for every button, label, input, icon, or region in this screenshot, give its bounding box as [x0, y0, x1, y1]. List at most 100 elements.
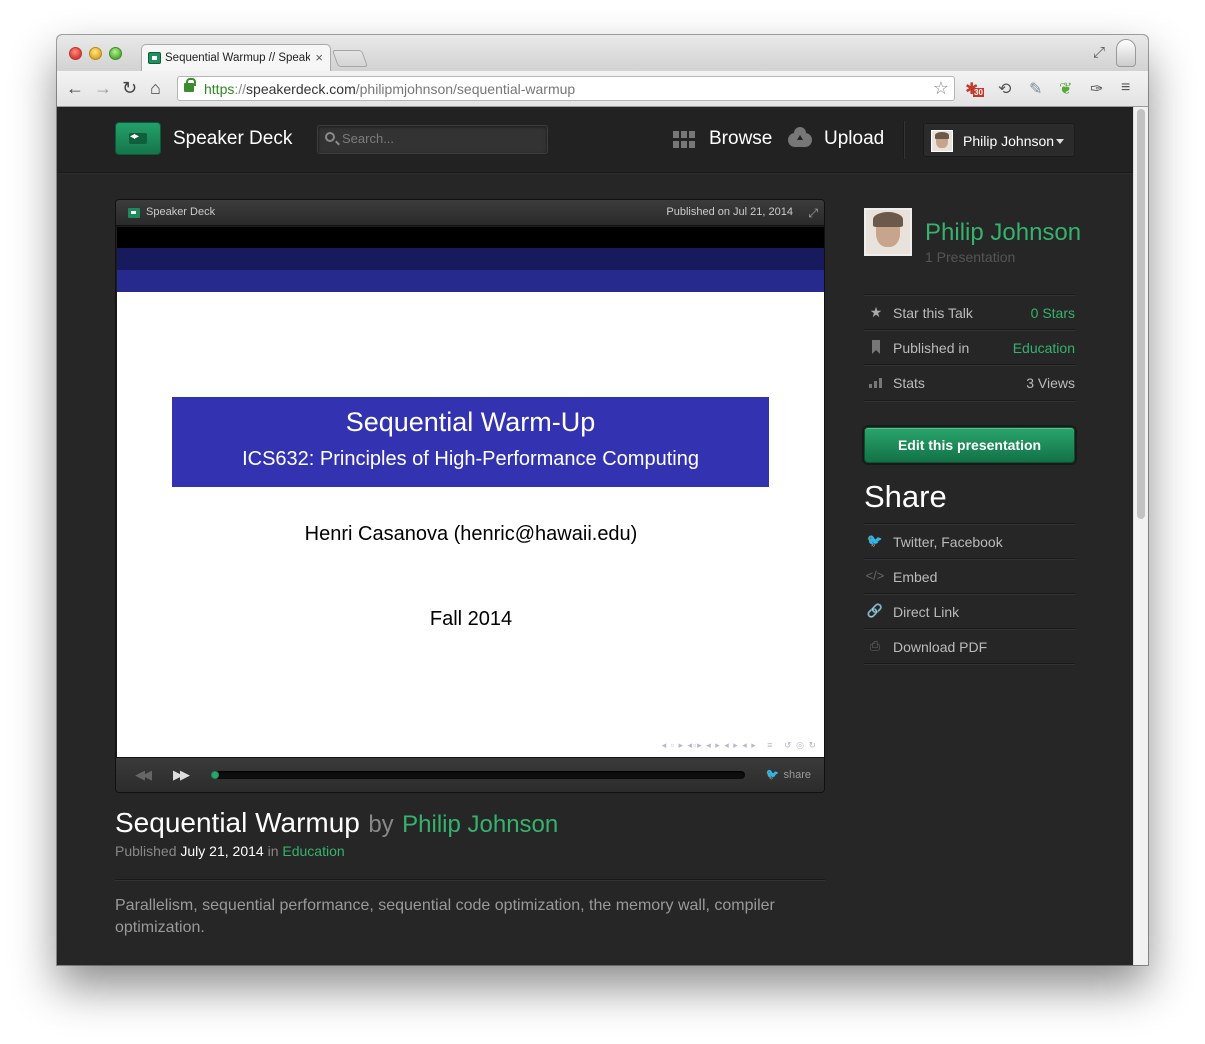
- browser-tab[interactable]: Sequential Warmup // Speaker Deck ×: [141, 44, 331, 71]
- grid-icon: [673, 131, 696, 148]
- sync-icon[interactable]: ⟲: [998, 79, 1011, 99]
- search-box: [317, 125, 548, 154]
- share-download-pdf[interactable]: ⎙ Download PDF: [864, 628, 1075, 663]
- published-in-category[interactable]: Education: [1013, 340, 1075, 356]
- slide-header-band: [117, 270, 824, 292]
- search-input[interactable]: [342, 131, 542, 146]
- new-tab-button[interactable]: [331, 50, 369, 67]
- star-talk-label: Star this Talk: [893, 305, 973, 321]
- slide-header-band: [117, 248, 824, 270]
- browse-label: Browse: [709, 128, 773, 149]
- author-avatar[interactable]: [864, 208, 912, 256]
- speakerdeck-logo-icon[interactable]: [115, 122, 161, 155]
- calendar-badge: 30: [973, 88, 984, 97]
- url-host: speakerdeck.com: [246, 81, 356, 97]
- eyedropper-icon[interactable]: ✎: [1029, 79, 1042, 99]
- expand-icon[interactable]: ⤢: [808, 206, 818, 221]
- player-topbar: Speaker Deck Published on Jul 21, 2014 ⤢: [116, 200, 824, 226]
- minimize-window-button[interactable]: [89, 47, 102, 60]
- divider: [864, 663, 1075, 664]
- url-scheme: https: [204, 81, 235, 97]
- bookmark-star-icon[interactable]: ☆: [933, 78, 949, 99]
- presentation-count: 1 Presentation: [925, 249, 1016, 265]
- scrollbar-thumb[interactable]: [1137, 109, 1145, 519]
- slide-author: Henri Casanova (henric@hawaii.edu): [304, 523, 638, 545]
- tab-strip: Sequential Warmup // Speaker Deck × ⤢: [57, 35, 1148, 71]
- user-menu-button[interactable]: Philip Johnson: [923, 123, 1075, 157]
- player-brand[interactable]: Speaker Deck: [146, 206, 215, 218]
- home-icon[interactable]: ⌂: [150, 78, 161, 98]
- share-embed[interactable]: </> Embed: [864, 558, 1075, 593]
- player-share-button[interactable]: 🐦 share: [766, 768, 811, 781]
- next-slide-icon[interactable]: ▶▶: [173, 767, 190, 783]
- reload-icon[interactable]: ↻: [122, 78, 137, 98]
- nav-divider: [903, 121, 904, 159]
- presentation-player: Speaker Deck Published on Jul 21, 2014 ⤢…: [115, 199, 825, 793]
- share-link-label: Download PDF: [893, 639, 988, 655]
- divider: [864, 400, 1075, 401]
- lock-icon: [184, 78, 196, 92]
- divider: [115, 879, 825, 880]
- fullscreen-icon[interactable]: ⤢: [1093, 44, 1105, 61]
- star-count: 0 Stars: [1030, 305, 1075, 321]
- player-published-date: Published on Jul 21, 2014: [666, 206, 793, 218]
- code-icon: </>: [865, 568, 885, 583]
- published-date: July 21, 2014: [180, 843, 264, 859]
- bookmark-icon: [872, 340, 880, 354]
- slide-progress-bar[interactable]: [211, 771, 745, 779]
- previous-slide-icon[interactable]: ◀◀: [135, 767, 152, 783]
- download-file-icon: ⎙: [869, 638, 881, 653]
- slide-header-band: [117, 227, 824, 248]
- share-link-label: Embed: [893, 569, 938, 585]
- share-link-label: Direct Link: [893, 604, 960, 620]
- address-bar[interactable]: https://speakerdeck.com/philipmjohnson/s…: [177, 76, 955, 101]
- twitter-bird-icon: 🐦: [765, 769, 780, 781]
- talk-title: Sequential Warmup: [115, 807, 360, 838]
- stats-icon: [869, 378, 883, 388]
- slide[interactable]: Sequential Warm-Up ICS632: Principles of…: [117, 227, 824, 757]
- in-word: in: [267, 843, 279, 859]
- cloud-upload-icon: [788, 127, 812, 147]
- speakerdeck-mini-logo-icon: [128, 208, 140, 218]
- tab-close-icon[interactable]: ×: [315, 50, 323, 65]
- progress-knob[interactable]: [212, 772, 218, 778]
- author-name-link[interactable]: Philip Johnson: [925, 219, 1081, 247]
- menu-icon[interactable]: ≡: [1121, 79, 1130, 97]
- stats-row: Stats 3 Views: [864, 364, 1075, 399]
- browser-toolbar: ← → ↻ ⌂ https://speakerdeck.com/philipmj…: [57, 71, 1148, 107]
- profile-icon[interactable]: [1116, 39, 1136, 67]
- share-heading: Share: [864, 479, 947, 514]
- close-window-button[interactable]: [69, 47, 82, 60]
- player-controls: ◀◀ ▶▶ 🐦 share: [116, 757, 824, 792]
- talk-meta: Published July 21, 2014 in Education: [115, 843, 345, 859]
- wrench-icon[interactable]: ✑: [1090, 79, 1103, 99]
- talk-description: Parallelism, sequential performance, seq…: [115, 897, 775, 936]
- url-text[interactable]: https://speakerdeck.com/philipmjohnson/s…: [204, 81, 575, 97]
- share-twitter-facebook[interactable]: 🐦 Twitter, Facebook: [864, 523, 1075, 558]
- avatar: [931, 130, 953, 152]
- url-path: /philipmjohnson/sequential-warmup: [355, 81, 576, 97]
- site-header: Speaker Deck Browse Upload Philip Johnso…: [57, 107, 1133, 173]
- upload-label: Upload: [824, 128, 885, 149]
- back-icon[interactable]: ←: [66, 78, 84, 98]
- edit-presentation-button[interactable]: Edit this presentation: [864, 427, 1075, 463]
- calendar-30-icon[interactable]: ✱ 30: [965, 79, 984, 99]
- share-direct-link[interactable]: 🔗 Direct Link: [864, 593, 1075, 628]
- page: Speaker Deck Browse Upload Philip Johnso…: [57, 107, 1133, 965]
- star-icon: ★: [869, 304, 883, 320]
- evernote-icon[interactable]: ❦: [1059, 79, 1072, 99]
- user-name: Philip Johnson: [963, 133, 1055, 149]
- paperclip-icon: 🔗: [866, 603, 884, 618]
- scrollbar[interactable]: [1133, 107, 1148, 965]
- category-link[interactable]: Education: [282, 843, 344, 859]
- talk-author-link[interactable]: Philip Johnson: [402, 811, 558, 838]
- slide-title-box: Sequential Warm-Up ICS632: Principles of…: [172, 397, 769, 487]
- stats-label: Stats: [893, 375, 925, 391]
- forward-icon[interactable]: →: [94, 78, 112, 98]
- speakerdeck-favicon-icon: [148, 52, 161, 64]
- zoom-window-button[interactable]: [109, 47, 122, 60]
- slide-date: Fall 2014: [429, 608, 513, 630]
- browser-window: Sequential Warmup // Speaker Deck × ⤢ ← …: [57, 35, 1148, 965]
- brand-name[interactable]: Speaker Deck: [173, 128, 292, 150]
- star-talk-row[interactable]: ★ Star this Talk 0 Stars: [864, 294, 1075, 329]
